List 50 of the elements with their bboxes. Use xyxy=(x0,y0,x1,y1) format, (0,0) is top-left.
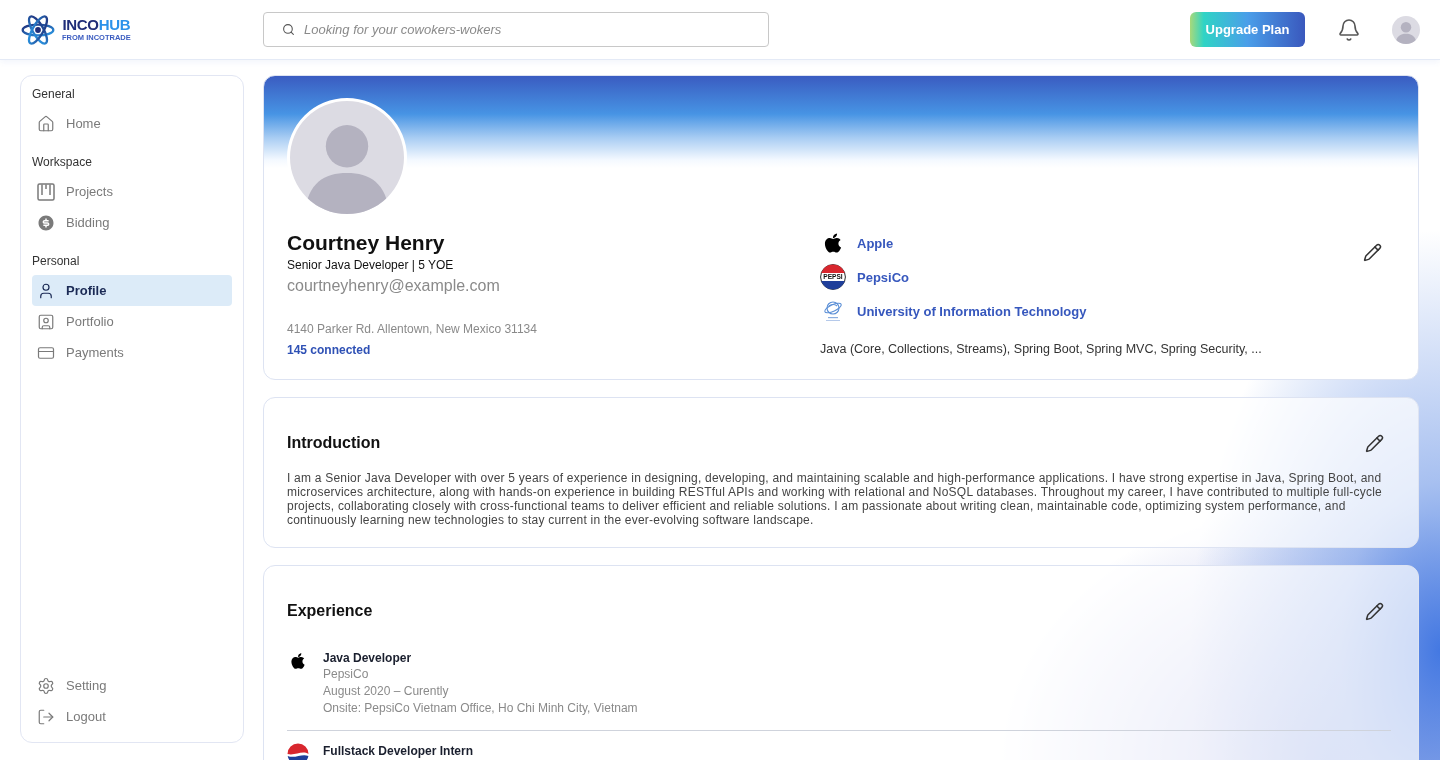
dollar-coin-icon xyxy=(37,213,55,232)
company-link[interactable]: PepsiCo xyxy=(857,269,909,285)
skills-text: Java (Core, Collections, Streams), Spring Boot, Spring MVC, Spring Security, ... xyxy=(820,342,1263,356)
job-title: Java Developer xyxy=(323,650,413,666)
profile-name: Courtney Henry xyxy=(287,230,446,256)
section-heading: Workspace xyxy=(32,154,93,170)
search-icon xyxy=(282,23,295,36)
search-field[interactable]: Looking for your cowokers-wokers xyxy=(263,12,769,47)
job-location: Onsite: PepsiCo Vietnam Office, Ho Chi Minh City, Vietnam xyxy=(323,700,638,717)
logout-icon xyxy=(37,707,55,726)
pencil-icon xyxy=(1362,242,1382,262)
apple-icon xyxy=(822,232,844,254)
connections-link[interactable]: 145 connected xyxy=(287,343,371,357)
profile-address: 4140 Parker Rd. Allentown, New Mexico 31134 xyxy=(287,322,538,336)
introduction-text: I am a Senior Java Developer with over 5 years of experience in designing, developing, and maintaining scalable and high-performance applications. I have strong expertise in Java, Spring Boot, and microservices architecture, along with hands-on experience in building RESTful APIs and working with relational and NoSQL databases. Throughout my career, I have contributed to multiple full-cycle projects, collaborating closely with cross-functional teams to deliver efficient and reliable solutions. I am passionate about writing clean, maintainable code, optimizing system performance, and continuously learning new technologies to stay current in the ever-evolving software landscape. xyxy=(287,471,1383,527)
bell-icon[interactable] xyxy=(1337,17,1361,42)
board-icon xyxy=(37,182,55,201)
sidebar-item[interactable]: Projects xyxy=(32,176,232,207)
portrait-icon xyxy=(37,312,55,331)
upgrade-button[interactable]: Upgrade Plan xyxy=(1190,12,1305,47)
profile-email: courtneyhenry@example.com xyxy=(287,276,501,296)
company-link[interactable]: Apple xyxy=(857,235,894,251)
home-icon xyxy=(37,114,55,133)
company-name: PepsiCo xyxy=(323,666,370,683)
sidebar-item[interactable]: Payments xyxy=(32,337,232,368)
company-link[interactable]: University of Information Technology xyxy=(857,303,1087,319)
sidebar-item[interactable]: Profile xyxy=(32,275,232,306)
section-heading: Personal xyxy=(32,253,81,269)
section-heading: General xyxy=(32,86,76,102)
profile-headline: Senior Java Developer | 5 YOE xyxy=(287,258,455,272)
sidebar-item[interactable]: Portfolio xyxy=(32,306,232,337)
edit-button[interactable] xyxy=(1364,601,1384,621)
logo-wordmark: INCOHUB xyxy=(62,17,131,33)
pencil-icon xyxy=(1364,601,1384,621)
job-title: Fullstack Developer Intern xyxy=(323,743,474,759)
striped-globe-icon xyxy=(287,743,309,760)
card-title: Experience xyxy=(287,602,373,620)
job-period: August 2020 – Curently xyxy=(323,683,450,700)
person-icon xyxy=(37,281,55,300)
edit-button[interactable] xyxy=(1362,242,1382,262)
sidebar-item[interactable]: Bidding xyxy=(32,207,232,238)
card-title: Introduction xyxy=(287,434,381,452)
emblem-icon xyxy=(823,300,843,322)
apple-icon xyxy=(289,652,307,670)
edit-button[interactable] xyxy=(1364,433,1384,453)
pencil-icon xyxy=(1364,433,1384,453)
sidebar-item[interactable]: Logout xyxy=(32,701,232,732)
sidebar-item[interactable]: Setting xyxy=(32,670,232,701)
sidebar-item[interactable]: Home xyxy=(32,108,232,139)
settings-icon xyxy=(37,676,55,695)
